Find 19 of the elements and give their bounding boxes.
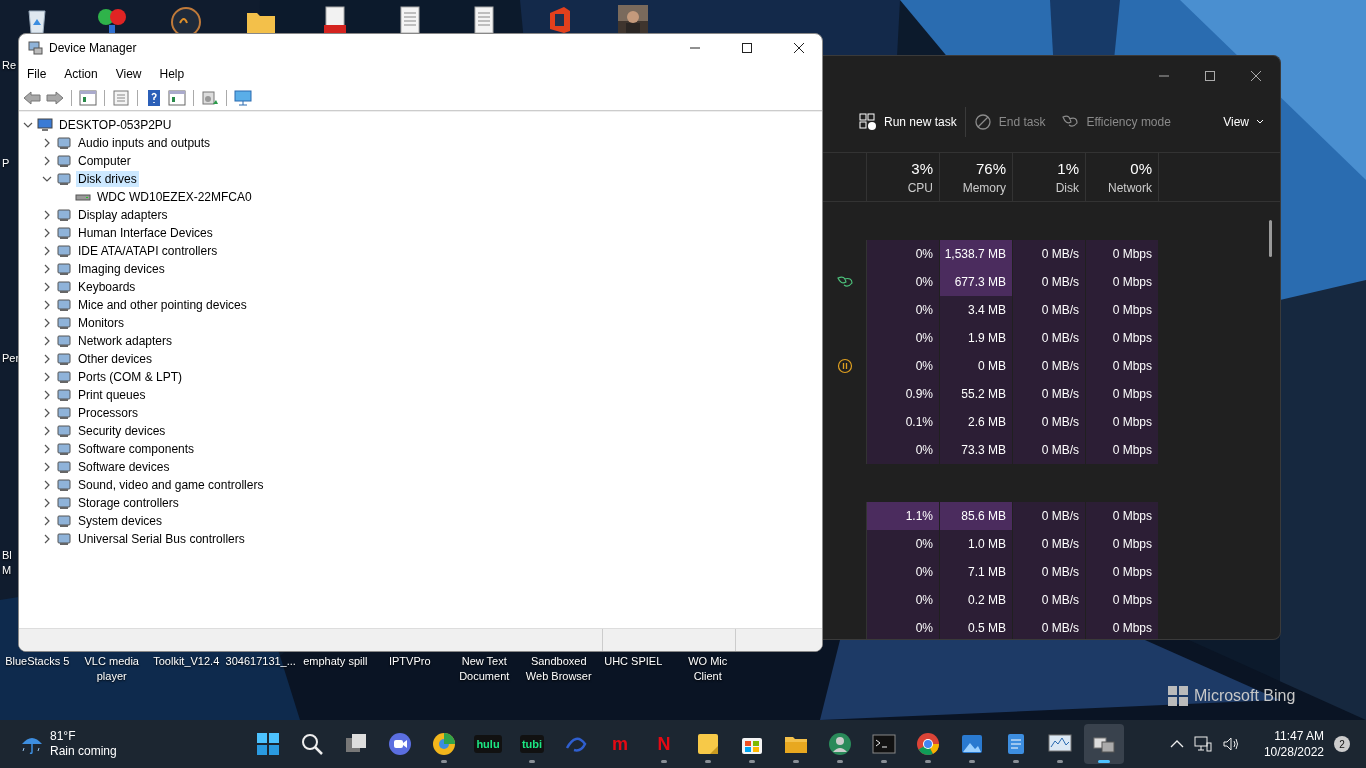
- clock[interactable]: 11:47 AM 10/28/2022: [1263, 728, 1324, 760]
- chrome-icon: [916, 732, 940, 756]
- search-icon: [300, 732, 324, 756]
- terminal-icon: [872, 732, 896, 756]
- notification-badge[interactable]: 2: [1334, 736, 1350, 752]
- notes-icon: [696, 732, 720, 756]
- photos-icon: [960, 732, 984, 756]
- start-icon: [256, 732, 280, 756]
- weather-forecast[interactable]: Rain coming: [50, 744, 117, 759]
- chat-icon: [388, 732, 412, 756]
- volume-icon[interactable]: [1221, 735, 1240, 753]
- taskbar-app-button[interactable]: [1084, 724, 1124, 764]
- chevron-up-icon[interactable]: [1169, 739, 1184, 749]
- avatar-icon: [828, 732, 852, 756]
- taskbar-app-button[interactable]: tubi: [512, 724, 552, 764]
- network-icon[interactable]: [1193, 735, 1212, 753]
- taskbar-app-button[interactable]: hulu: [468, 724, 508, 764]
- weather-temperature[interactable]: 81°F: [50, 729, 117, 744]
- browser-icon: [432, 732, 456, 756]
